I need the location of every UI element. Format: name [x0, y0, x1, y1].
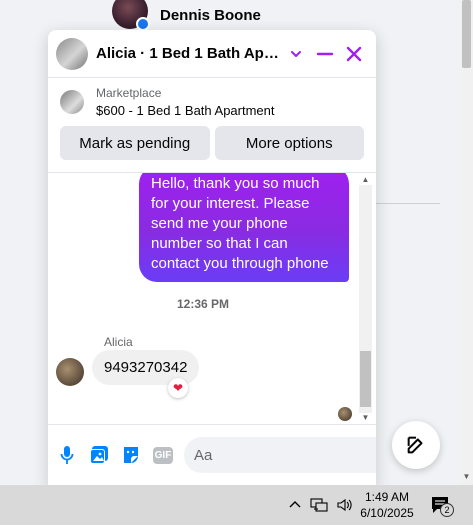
attach-photo-button[interactable] — [88, 444, 110, 466]
sticker-icon — [124, 447, 138, 463]
scroll-down-arrow-icon[interactable]: ▼ — [460, 472, 473, 481]
scroll-down-arrow-icon[interactable]: ▼ — [359, 413, 372, 422]
microphone-icon — [60, 446, 74, 464]
listing-thumbnail — [60, 90, 84, 114]
listing-label: Marketplace — [96, 86, 162, 100]
gif-button[interactable]: GIF — [152, 444, 174, 466]
voice-clip-button[interactable] — [56, 444, 78, 466]
close-button[interactable] — [341, 40, 368, 68]
heart-reaction-icon[interactable]: ❤ — [168, 378, 188, 398]
chevron-up-icon[interactable] — [288, 498, 302, 512]
listing-title: $600 - 1 Bed 1 Bath Apartment — [96, 103, 275, 118]
notification-count: 2 — [440, 503, 454, 517]
chat-title[interactable]: Alicia · 1 Bed 1 Bath Apart... — [96, 45, 280, 62]
compose-icon — [407, 436, 423, 454]
more-options-button[interactable]: More options — [214, 126, 364, 160]
clock-time: 1:49 AM — [364, 490, 410, 504]
minimize-button[interactable] — [312, 40, 339, 68]
mark-as-pending-button[interactable]: Mark as pending — [60, 126, 210, 160]
new-message-button[interactable] — [392, 421, 440, 469]
clock[interactable]: 1:49 AM 6/10/2025 — [352, 489, 422, 521]
close-icon — [347, 46, 362, 61]
message-input-wrapper — [184, 437, 376, 473]
photo-icon — [90, 446, 108, 464]
network-icon[interactable] — [310, 497, 328, 513]
chevron-down-icon — [291, 50, 302, 57]
chat-window: Alicia · 1 Bed 1 Bath Apart... Marketpla… — [48, 30, 376, 485]
contact-avatar — [112, 0, 150, 31]
minimize-icon — [317, 52, 334, 55]
contact-name: Dennis Boone — [160, 6, 261, 24]
listing-actions: Mark as pending More options — [48, 126, 376, 162]
clock-date: 6/10/2025 — [360, 506, 414, 520]
contact-row[interactable]: Dennis Boone — [112, 0, 261, 31]
chat-header: Alicia · 1 Bed 1 Bath Apart... — [48, 30, 376, 78]
composer: GIF — [48, 424, 376, 485]
listing-info[interactable]: Marketplace $600 - 1 Bed 1 Bath Apartmen… — [48, 78, 376, 126]
page-scrollbar[interactable]: ▼ — [460, 0, 473, 485]
taskbar: 1:49 AM 6/10/2025 2 — [0, 485, 473, 525]
divider — [376, 203, 440, 204]
chat-avatar[interactable] — [56, 37, 88, 70]
sender-name: Alicia — [104, 335, 133, 349]
outgoing-message[interactable]: Hello, thank you so much for your intere… — [139, 173, 349, 282]
seen-indicator-avatar — [338, 407, 352, 421]
scroll-up-arrow-icon[interactable]: ▲ — [359, 175, 372, 184]
message-timestamp: 12:36 PM — [176, 297, 230, 311]
messenger-badge-icon — [136, 17, 150, 31]
system-tray — [288, 485, 354, 525]
message-scrollbar-thumb[interactable] — [360, 351, 371, 407]
sticker-button[interactable] — [120, 444, 142, 466]
message-list[interactable]: Hello, thank you so much for your intere… — [48, 172, 376, 424]
message-input[interactable] — [194, 446, 376, 464]
notification-center-button[interactable]: 2 — [430, 495, 454, 520]
gif-icon: GIF — [152, 446, 174, 464]
message-scrollbar-track[interactable] — [359, 185, 372, 413]
sender-avatar[interactable] — [56, 358, 84, 386]
page-scrollbar-thumb[interactable] — [462, 0, 471, 68]
message-scrollbar[interactable]: ▲ ▼ — [359, 173, 372, 424]
chat-options-button[interactable] — [282, 40, 309, 68]
